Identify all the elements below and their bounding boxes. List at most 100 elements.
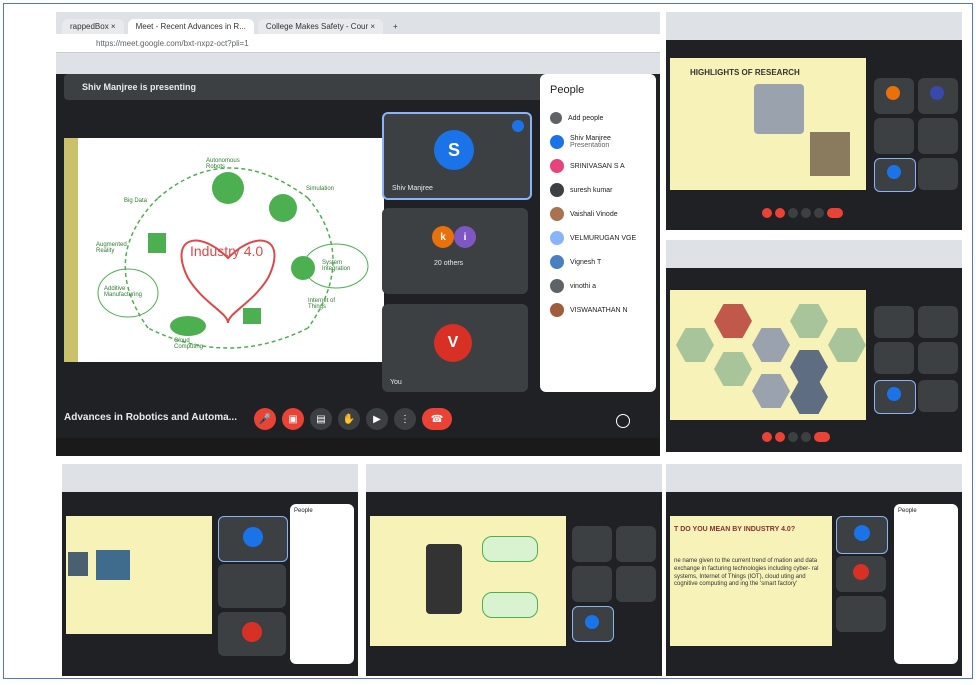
tr-end-button[interactable] xyxy=(827,208,843,218)
gear-icon xyxy=(291,256,315,280)
bm-tile-2[interactable] xyxy=(616,526,656,562)
tr-tile-3[interactable] xyxy=(874,118,914,154)
shared-slide: Industry 4.0 Autonomous Robots Simulatio… xyxy=(64,138,384,362)
end-call-button[interactable]: ☎ xyxy=(422,408,452,430)
person-name: suresh kumar xyxy=(570,186,613,194)
avatar-k: k xyxy=(432,226,454,248)
people-list: Shiv Manjree Presentation SRINIVASAN S A su… xyxy=(550,130,646,322)
mr-tile-2[interactable] xyxy=(918,306,958,338)
mr-tile-5[interactable] xyxy=(874,380,916,414)
tr-avatar-2 xyxy=(930,86,944,100)
person-row[interactable]: Vignesh T xyxy=(550,250,646,274)
br-tile-3[interactable] xyxy=(836,596,886,632)
mr-avatar-5 xyxy=(887,387,901,401)
panel-bottom-right: T DO YOU MEAN BY INDUSTRY 4.0? ne name g… xyxy=(666,464,962,676)
person-row[interactable]: VELMURUGAN VGE xyxy=(550,226,646,250)
person-sub: Presentation xyxy=(570,142,610,149)
br-slide-body: ne name given to the current trend of ma… xyxy=(674,558,819,588)
tr-tile-5[interactable] xyxy=(874,158,916,192)
person-name: vinothi a xyxy=(570,282,597,290)
mr-tile-1[interactable] xyxy=(874,306,914,338)
tr-tile-6[interactable] xyxy=(918,158,958,190)
tr-avatar-5 xyxy=(887,165,901,179)
mr-mic-button[interactable] xyxy=(762,432,772,442)
person-avatar xyxy=(550,207,564,221)
taskbar xyxy=(56,438,660,456)
people-title: People xyxy=(550,84,585,96)
tile-presenter[interactable]: S Shiv Manjree xyxy=(382,112,532,200)
raise-hand-button[interactable]: ✋ xyxy=(338,408,360,430)
panel-mid-right xyxy=(666,240,962,452)
bl-tile-1[interactable] xyxy=(218,516,288,562)
present-button[interactable]: ▶ xyxy=(366,408,388,430)
tile-others[interactable]: k i 20 others xyxy=(382,208,528,294)
panel-bottom-middle xyxy=(366,464,662,676)
node-additive: Additive Manufacturing xyxy=(104,286,143,298)
bl-tile-3[interactable] xyxy=(218,612,286,656)
bm-tile-1[interactable] xyxy=(572,526,612,562)
tr-slide-title: HIGHLIGHTS OF RESEARCH xyxy=(690,68,800,77)
box-top xyxy=(482,536,538,562)
tab-1[interactable]: rappedBox × xyxy=(62,19,124,34)
mr-hand-button[interactable] xyxy=(801,432,811,442)
tr-tile-2[interactable] xyxy=(918,78,958,114)
tr-slide: HIGHLIGHTS OF RESEARCH xyxy=(670,58,866,190)
tr-cam-button[interactable] xyxy=(775,208,785,218)
mr-cc-button[interactable] xyxy=(788,432,798,442)
mr-tile-4[interactable] xyxy=(918,342,958,374)
mr-end-button[interactable] xyxy=(814,432,830,442)
person-row[interactable]: Shiv Manjree Presentation xyxy=(550,130,646,154)
bl-tile-2[interactable] xyxy=(218,564,286,608)
mic-off-button[interactable]: 🎤 xyxy=(254,408,276,430)
person-row[interactable]: VISWANATHAN N xyxy=(550,298,646,322)
hex-5 xyxy=(790,350,828,384)
mr-cam-button[interactable] xyxy=(775,432,785,442)
info-icon[interactable] xyxy=(616,414,630,428)
tr-tile-1[interactable] xyxy=(874,78,914,114)
bl-image-1 xyxy=(68,552,88,576)
person-row[interactable]: Vaishali Vinode xyxy=(550,202,646,226)
br-tile-2[interactable] xyxy=(836,556,886,592)
tab-meet[interactable]: Meet - Recent Advances in R... xyxy=(127,19,254,34)
address-bar[interactable]: https://meet.google.com/bxt-nxpz-oct?pli… xyxy=(56,34,660,53)
node-cloud: Cloud Computing xyxy=(174,338,204,350)
br-tile-1[interactable] xyxy=(836,516,888,554)
node-integration: System Integration xyxy=(322,260,351,272)
hex-1 xyxy=(676,328,714,362)
tr-mic-button[interactable] xyxy=(762,208,772,218)
person-avatar xyxy=(550,135,564,149)
person-text: VISWANATHAN N xyxy=(570,307,628,314)
panel-bottom-left: People xyxy=(62,464,358,676)
person-text: Vignesh T xyxy=(570,259,601,266)
mr-tile-6[interactable] xyxy=(918,380,958,412)
more-options-button[interactable]: ⋮ xyxy=(394,408,416,430)
person-row[interactable]: SRINIVASAN S A xyxy=(550,154,646,178)
camera-off-button[interactable]: ▣ xyxy=(282,408,304,430)
tr-tile-4[interactable] xyxy=(918,118,958,154)
node-autonomous: Autonomous Robots xyxy=(206,158,240,170)
tr-cc-button[interactable] xyxy=(788,208,798,218)
add-people-button[interactable]: Add people xyxy=(550,106,646,130)
tile-you[interactable]: V You xyxy=(382,304,528,392)
bm-tile-5[interactable] xyxy=(572,606,614,642)
person-avatar xyxy=(550,231,564,245)
person-row[interactable]: vinothi a xyxy=(550,274,646,298)
tr-present-button[interactable] xyxy=(814,208,824,218)
tile-you-name: You xyxy=(390,379,402,386)
person-name: Shiv Manjree xyxy=(570,135,611,142)
br-browser-chrome xyxy=(666,464,962,492)
simulation-icon xyxy=(269,194,297,222)
speaking-icon xyxy=(512,120,524,132)
captions-button[interactable]: ▤ xyxy=(310,408,332,430)
node-ar: Augmented Reality xyxy=(96,242,127,254)
person-avatar xyxy=(550,255,564,269)
bm-tile-4[interactable] xyxy=(616,566,656,602)
tr-hand-button[interactable] xyxy=(801,208,811,218)
mr-tile-3[interactable] xyxy=(874,342,914,374)
tab-college[interactable]: College Makes Safety - Cour × xyxy=(257,19,384,34)
person-name: SRINIVASAN S A xyxy=(570,162,625,170)
new-tab-button[interactable]: + xyxy=(387,19,404,34)
bm-tile-3[interactable] xyxy=(572,566,612,602)
person-row[interactable]: suresh kumar xyxy=(550,178,646,202)
robot-icon xyxy=(212,172,244,204)
